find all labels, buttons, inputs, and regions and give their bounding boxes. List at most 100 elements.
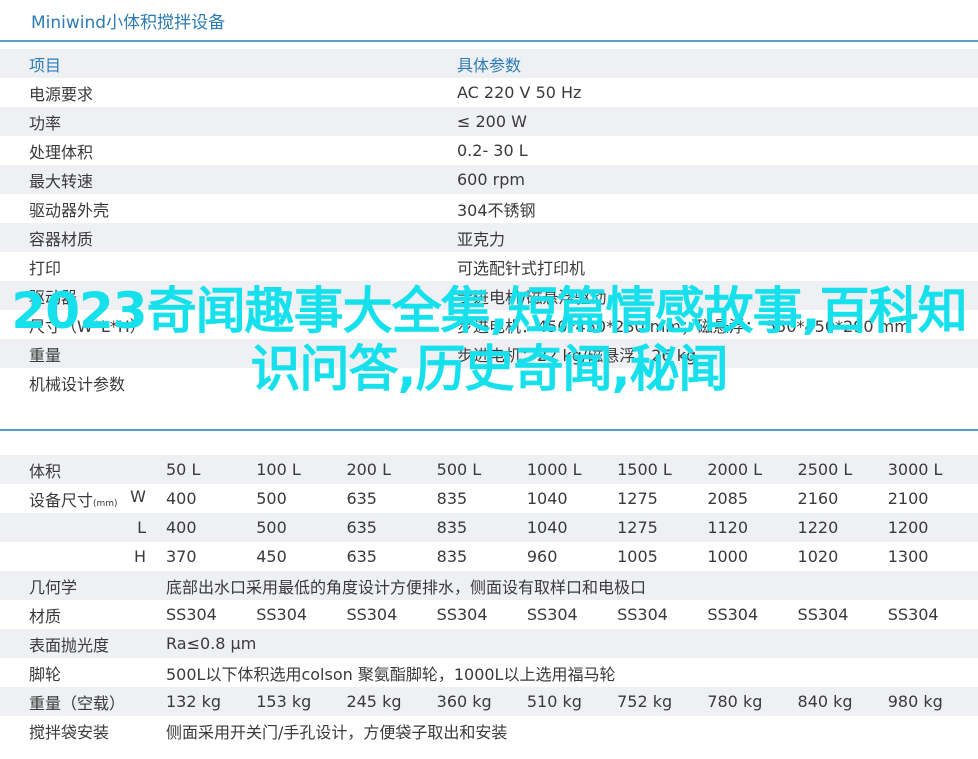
weight-cell: 780 kg (707, 687, 798, 716)
spec-header-row: 项目 具体参数 (0, 49, 978, 78)
dim-cell: 400 (166, 513, 257, 542)
dim-cell: 1000 (707, 547, 749, 566)
material-row: 材质 SS304 SS304 SS304 SS304 SS304 SS304 S… (0, 600, 978, 629)
size-label-cell: 设备尺寸(mm) W (0, 484, 166, 513)
polish-label: 表面抛光度 (0, 629, 166, 658)
dim-cell: 1200 (887, 513, 978, 542)
volume-cell: 100 L (256, 455, 347, 484)
header-rule-top (0, 40, 978, 42)
dim-cell: 635 (346, 513, 437, 542)
polish-value: Ra≤0.8 μm (166, 629, 978, 658)
size-row-w: 设备尺寸(mm) W 400 500 635 835 1040 1275 208… (0, 484, 978, 513)
volume-cell: 3000 L (887, 455, 978, 484)
bag-value: 侧面采用开关门/手孔设计，方便袋子取出和安装 (166, 722, 508, 742)
volume-cell: 1500 L (617, 455, 708, 484)
spec-value: 步进电机：22 kg/磁悬浮：26 kg (424, 339, 978, 368)
weight-cell: 752 kg (617, 687, 708, 716)
spec-value: 600 rpm (424, 165, 978, 194)
dim-cell: 1005 (617, 547, 658, 566)
spec-row: 处理体积 0.2- 30 L (0, 136, 978, 165)
volume-cell: 2000 L (707, 455, 798, 484)
spec-key: 尺寸（W*L*H） (29, 316, 146, 336)
dim-cell: 635 (346, 547, 377, 566)
spec-header-value: 具体参数 (424, 49, 978, 78)
material-cell: SS304 (707, 605, 759, 624)
spec-row: 重量 步进电机：22 kg/磁悬浮：26 kg (0, 339, 978, 368)
weight-cell: 510 kg (526, 687, 618, 716)
material-cell: SS304 (526, 605, 578, 624)
dim-cell: 635 (346, 489, 377, 508)
dim-cell: 835 (436, 513, 527, 542)
spec-row: 功率 ≤ 200 W (0, 107, 978, 136)
dim-cell: 835 (436, 547, 468, 566)
spec-row: 最大转速 600 rpm (0, 165, 978, 194)
dim-cell: 1300 (887, 547, 929, 566)
dim-cell: 400 (166, 489, 197, 508)
section-rule (0, 429, 978, 431)
dim-cell: 1040 (526, 513, 618, 542)
weight-cell: 840 kg (797, 687, 888, 716)
material-cell: SS304 (617, 605, 668, 624)
size-row-l: L 400 500 635 835 1040 1275 1120 1220 12… (0, 513, 978, 542)
wheel-row: 脚轮 500L以下体积选用colson 聚氨酯脚轮，1000L以上选用福马轮 (0, 658, 978, 687)
spec-key: 容器材质 (0, 223, 424, 252)
wheel-value: 500L以下体积选用colson 聚氨酯脚轮，1000L以上选用福马轮 (166, 664, 616, 684)
axis-label: W (130, 486, 146, 506)
spec-row: 打印 可选配针式打印机 (0, 252, 978, 281)
dim-cell: 370 (166, 547, 197, 566)
spec-row: 电源要求 AC 220 V 50 Hz (0, 78, 978, 107)
spec-value: 304不锈钢 (457, 200, 536, 220)
dim-cell: 450 (256, 547, 287, 566)
dim-cell: 1040 (526, 489, 568, 508)
dim-cell: 500 (256, 513, 347, 542)
volume-cell: 50 L (166, 455, 257, 484)
dim-cell: 1275 (617, 513, 708, 542)
dim-cell: 500 (256, 489, 287, 508)
geometry-row: 几何学 底部出水口采用最低的角度设计方便排水，侧面设有取样口和电极口 (0, 571, 978, 600)
spec-key: 功率 (0, 107, 424, 136)
size-unit: (mm) (93, 498, 118, 509)
material-cell: SS304 (436, 605, 488, 624)
section2-row: 机械设计参数 (0, 368, 978, 397)
dim-cell: 1275 (617, 489, 658, 508)
polish-row: 表面抛光度 Ra≤0.8 μm (0, 629, 978, 658)
spec-row: 驱动器 步进电机/磁悬浮驱动 (0, 281, 978, 310)
volume-cell: 1000 L (526, 455, 618, 484)
spec-key: 打印 (29, 258, 62, 278)
spec-table: 项目 具体参数 电源要求 AC 220 V 50 Hz 功率 ≤ 200 W 处… (0, 49, 978, 397)
volume-cell: 200 L (346, 455, 437, 484)
material-cell: SS304 (256, 605, 308, 624)
dim-cell: 2100 (887, 489, 929, 508)
spec-value: 亚克力 (424, 223, 978, 252)
bag-label: 搅拌袋安装 (29, 722, 110, 742)
dim-cell: 1220 (797, 513, 888, 542)
dim-cell: 1120 (707, 513, 798, 542)
model-table: 体积 50 L 100 L 200 L 500 L 1000 L 1500 L … (0, 455, 978, 745)
dim-cell: 1020 (797, 547, 839, 566)
geometry-label: 几何学 (0, 571, 166, 600)
bag-row: 搅拌袋安装 侧面采用开关门/手孔设计，方便袋子取出和安装 (0, 716, 978, 745)
weight-cell: 360 kg (436, 687, 527, 716)
dim-cell: 2085 (707, 489, 749, 508)
volume-cell: 2500 L (797, 455, 888, 484)
size-row-h: H 370 450 635 835 960 1005 1000 1020 130… (0, 542, 978, 571)
spec-key: 驱动器外壳 (29, 200, 110, 220)
material-cell: SS304 (346, 605, 398, 624)
weight-cell: 153 kg (256, 687, 347, 716)
wheel-label: 脚轮 (29, 664, 62, 684)
spec-value: 步进电机：450*450*280 mm；磁悬浮： 550*450*290 mm (457, 316, 910, 336)
dim-cell: 835 (436, 489, 468, 508)
material-label: 材质 (29, 606, 62, 626)
dim-cell: 960 (526, 547, 558, 566)
volume-label: 体积 (0, 455, 166, 484)
weight-cell: 132 kg (166, 687, 257, 716)
weight-cell: 245 kg (346, 687, 437, 716)
material-cell: SS304 (887, 605, 939, 624)
spec-key: 驱动器 (0, 281, 424, 310)
volume-cell: 500 L (436, 455, 527, 484)
dim-cell: 2160 (797, 489, 839, 508)
spec-value: AC 220 V 50 Hz (457, 83, 582, 102)
material-cell: SS304 (797, 605, 849, 624)
section2-label: 机械设计参数 (29, 374, 126, 394)
spec-key: 最大转速 (0, 165, 424, 194)
